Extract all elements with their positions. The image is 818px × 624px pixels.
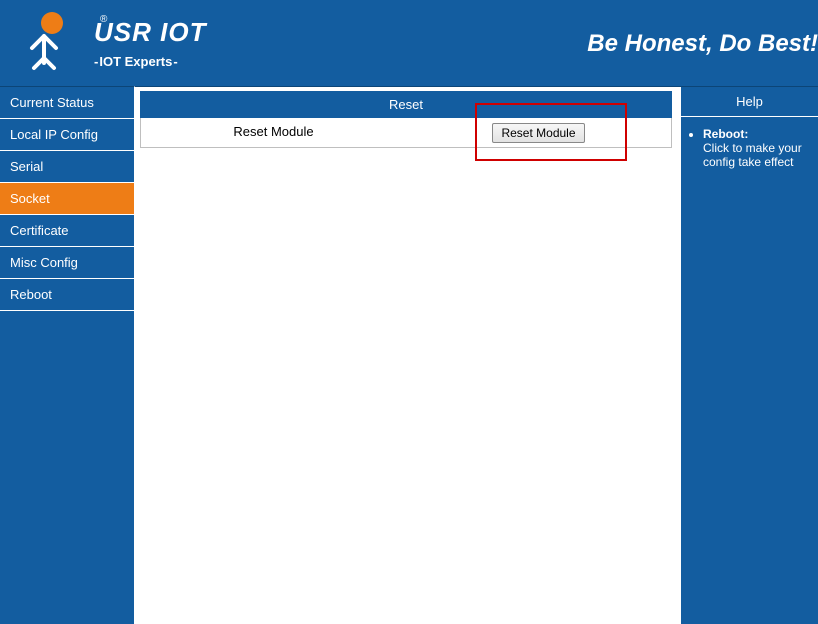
table-header: Reset	[140, 91, 672, 118]
row-label: Reset Module	[141, 118, 406, 147]
brand-tagline: IOT Experts	[94, 54, 206, 69]
sidebar: Current Status Local IP Config Serial So…	[0, 86, 135, 624]
content-area: Reset Reset Module Reset Module	[135, 87, 680, 624]
sidebar-item-reboot[interactable]: Reboot	[0, 279, 134, 311]
help-title: Help	[681, 87, 818, 117]
header: ® USR IOT IOT Experts Be Honest, Do Best…	[0, 0, 818, 86]
registered-mark: ®	[100, 14, 107, 25]
brand-block: ® USR IOT IOT Experts	[12, 8, 206, 78]
help-panel: Help Reboot: Click to make your config t…	[680, 87, 818, 624]
sidebar-item-serial[interactable]: Serial	[0, 151, 134, 183]
help-item: Reboot: Click to make your config take e…	[703, 127, 812, 169]
help-item-title: Reboot:	[703, 127, 748, 141]
slogan: Be Honest, Do Best!	[587, 30, 818, 58]
help-item-text: Click to make your config take effect	[703, 141, 802, 169]
sidebar-item-local-ip-config[interactable]: Local IP Config	[0, 119, 134, 151]
brand-title: USR IOT	[94, 17, 206, 48]
sidebar-item-misc-config[interactable]: Misc Config	[0, 247, 134, 279]
sidebar-item-certificate[interactable]: Certificate	[0, 215, 134, 247]
sidebar-item-socket[interactable]: Socket	[0, 183, 134, 215]
table-row: Reset Module Reset Module	[140, 118, 672, 148]
reset-module-button[interactable]: Reset Module	[492, 123, 584, 143]
logo-icon: ®	[12, 8, 82, 78]
sidebar-item-current-status[interactable]: Current Status	[0, 87, 134, 119]
